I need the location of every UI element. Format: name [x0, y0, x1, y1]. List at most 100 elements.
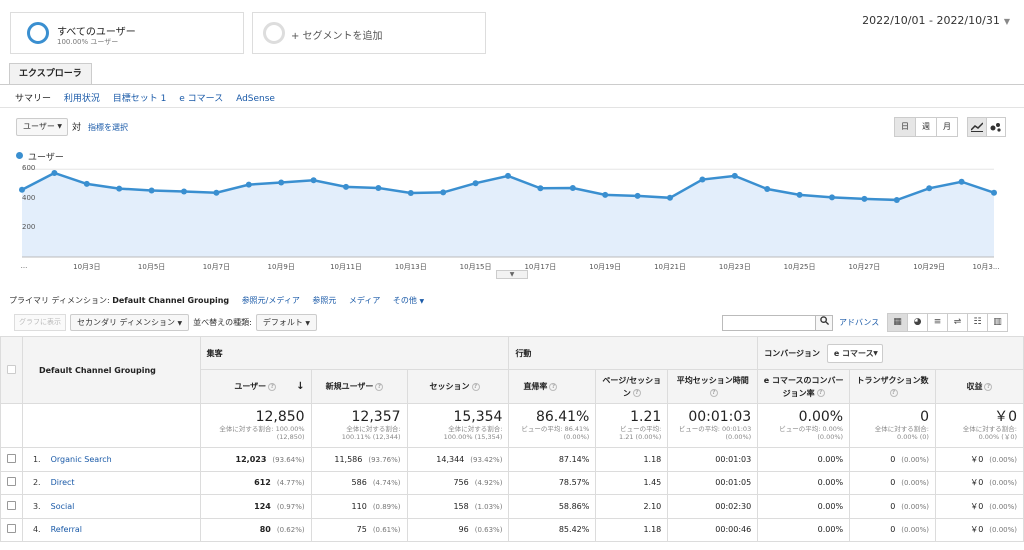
data-point[interactable] — [893, 197, 900, 203]
col-new-users[interactable]: 新規ユーザー? — [310, 369, 408, 404]
select-all-checkbox[interactable] — [6, 364, 16, 374]
data-point[interactable] — [19, 186, 25, 193]
table-view-selector: ▦ ◕ ≡ ⇌ ☷ ▥ — [887, 313, 1008, 332]
search-icon[interactable] — [815, 315, 833, 331]
subnav-usage[interactable]: 利用状況 — [64, 94, 100, 104]
channel-link[interactable]: Referral — [51, 525, 82, 534]
help-icon[interactable]: ? — [632, 389, 641, 397]
row-revenue: ￥0 (0.00%) — [934, 517, 1024, 542]
secondary-dimension-dropdown[interactable]: セカンダリ ディメンション ▼ — [70, 314, 190, 331]
period-month-button[interactable]: 月 — [936, 117, 958, 137]
subnav-adsense[interactable]: AdSense — [236, 94, 275, 104]
help-icon[interactable]: ? — [471, 382, 480, 391]
channel-link[interactable]: Organic Search — [51, 455, 112, 464]
performance-view-icon[interactable]: ≡ — [927, 313, 948, 332]
total-new-users: 12,357 全体に対する割合: 100.11% (12,344) — [310, 403, 408, 448]
line-chart-icon[interactable] — [967, 117, 987, 137]
help-icon[interactable]: ? — [268, 382, 277, 391]
data-point[interactable] — [213, 189, 220, 196]
help-icon[interactable]: ? — [709, 389, 718, 397]
row-checkbox[interactable] — [6, 477, 16, 487]
total-note: 100.00% (15,354) — [443, 433, 503, 441]
help-icon[interactable]: ? — [889, 389, 898, 397]
add-segment-button[interactable]: + セグメントを追加 — [252, 12, 486, 54]
data-point[interactable] — [407, 189, 414, 196]
data-point[interactable] — [472, 180, 479, 187]
data-point[interactable] — [310, 177, 317, 184]
data-point[interactable] — [343, 183, 349, 190]
data-point[interactable] — [991, 189, 997, 196]
data-point[interactable] — [602, 191, 609, 198]
channel-link[interactable]: Social — [51, 502, 75, 511]
advanced-filter-link[interactable]: アドバンス — [839, 317, 879, 328]
period-day-button[interactable]: 日 — [894, 117, 916, 137]
help-icon[interactable]: ? — [549, 382, 558, 391]
motion-chart-icon[interactable] — [986, 117, 1006, 137]
help-icon[interactable]: ? — [375, 382, 384, 391]
period-week-button[interactable]: 週 — [915, 117, 937, 137]
subnav-goal-set[interactable]: 目標セット 1 — [113, 94, 167, 104]
dimension-source[interactable]: 参照元 — [312, 296, 336, 305]
data-point[interactable] — [116, 185, 123, 192]
data-point[interactable] — [796, 191, 803, 198]
data-point[interactable] — [278, 179, 285, 186]
col-pages-per-session[interactable]: ページ/セッション? — [595, 369, 669, 404]
data-point[interactable] — [667, 194, 673, 201]
y-tick-label: 400 — [22, 193, 36, 202]
data-point[interactable] — [440, 189, 447, 196]
data-point[interactable] — [51, 169, 58, 176]
table-search-input[interactable] — [722, 315, 816, 331]
dimension-other-dropdown[interactable]: その他 ▼ — [393, 296, 424, 305]
pie-view-icon[interactable]: ◕ — [907, 313, 928, 332]
help-icon[interactable]: ? — [816, 389, 825, 397]
metric-dropdown[interactable]: ユーザー ▼ — [16, 118, 68, 136]
term-cloud-icon[interactable]: ☷ — [967, 313, 988, 332]
channel-link[interactable]: Direct — [51, 478, 75, 487]
data-point[interactable] — [505, 172, 511, 179]
data-point[interactable] — [699, 176, 706, 183]
table-toolbar: グラフに表示 セカンダリ ディメンション ▼ 並べ替えの種類: デフォルト ▼ — [14, 314, 318, 331]
chart-resize-handle[interactable]: ▼ — [496, 270, 528, 279]
col-ecommerce-conversion-rate[interactable]: e コマースのコンバージョン率? — [757, 369, 851, 404]
row-checkbox[interactable] — [6, 524, 16, 534]
row-checkbox[interactable] — [6, 453, 16, 463]
comparison-view-icon[interactable]: ⇌ — [947, 313, 968, 332]
sort-type-dropdown[interactable]: デフォルト ▼ — [255, 314, 318, 331]
data-point[interactable] — [829, 194, 835, 201]
col-revenue[interactable]: 収益? — [934, 369, 1024, 404]
data-point[interactable] — [764, 186, 771, 193]
select-metric-link[interactable]: 指標を選択 — [88, 122, 128, 133]
conversion-type-dropdown[interactable]: e コマース ▼ — [826, 343, 883, 363]
data-point[interactable] — [926, 185, 933, 192]
data-point[interactable] — [83, 180, 90, 187]
col-avg-session-duration[interactable]: 平均セッション時間? — [667, 369, 759, 404]
data-point[interactable] — [375, 185, 382, 192]
totals-row: 12,850 全体に対する割合: 100.00% (12,850) 12,357 全体… — [0, 403, 1024, 448]
subnav-ecommerce[interactable]: e コマース — [179, 94, 223, 104]
data-point[interactable] — [537, 185, 544, 192]
data-point[interactable] — [861, 195, 868, 202]
data-point[interactable] — [634, 192, 641, 199]
row-checkbox[interactable] — [6, 500, 16, 510]
data-point[interactable] — [731, 172, 738, 179]
col-sessions-label: セッション — [429, 382, 470, 391]
help-icon[interactable]: ? — [984, 382, 993, 391]
plot-rows-button[interactable]: グラフに表示 — [14, 314, 66, 331]
dimension-medium[interactable]: メディア — [349, 296, 380, 305]
pivot-view-icon[interactable]: ▥ — [987, 313, 1008, 332]
subnav-summary[interactable]: サマリー — [15, 94, 51, 104]
data-point[interactable] — [569, 185, 576, 192]
dimension-source-medium[interactable]: 参照元/メディア — [242, 296, 300, 305]
data-point[interactable] — [181, 188, 187, 195]
data-point[interactable] — [148, 187, 155, 194]
col-bounce-rate[interactable]: 直帰率? — [508, 369, 597, 404]
col-sessions[interactable]: セッション? — [406, 369, 510, 404]
table-view-icon[interactable]: ▦ — [887, 313, 908, 332]
tab-explorer[interactable]: エクスプローラ — [9, 63, 92, 85]
date-range-picker[interactable]: 2022/10/01 - 2022/10/31 ▼ — [862, 14, 1010, 27]
data-point[interactable] — [958, 178, 965, 185]
segment-all-users[interactable]: すべてのユーザー 100.00% ユーザー — [10, 12, 244, 54]
col-users[interactable]: ユーザー? ↓ — [199, 369, 312, 404]
data-point[interactable] — [245, 181, 252, 188]
col-transactions[interactable]: トランザクション数? — [849, 369, 936, 404]
